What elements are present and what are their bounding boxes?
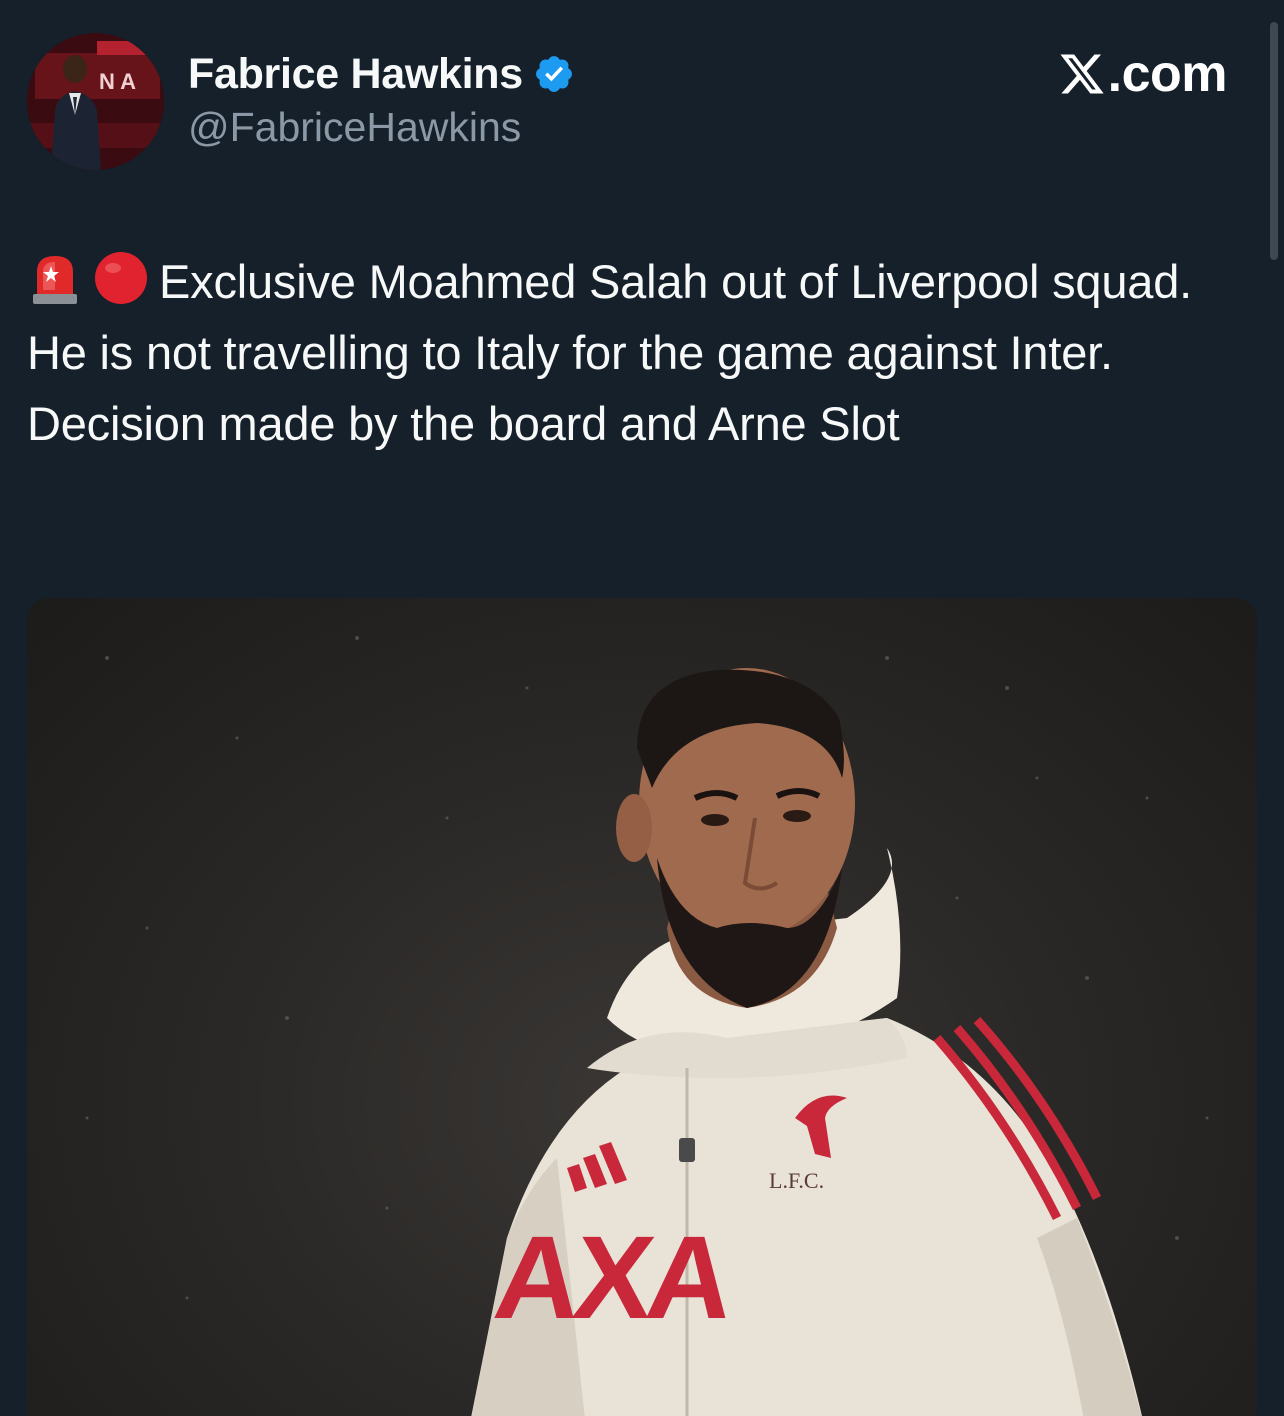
svg-text:N A: N A — [99, 69, 136, 94]
avatar[interactable]: N A — [27, 33, 164, 170]
tweet-text: Exclusive Moahmed Salah out of Liverpool… — [27, 255, 1193, 450]
crest-label: L.F.C. — [769, 1168, 824, 1193]
player-photo: L.F.C. AXA — [85, 636, 1209, 1416]
tweet-media-photo[interactable]: L.F.C. AXA — [27, 598, 1257, 1416]
tweet-screenshot: N A Fabrice Hawkins @FabriceHawkins .com — [0, 0, 1284, 1416]
author-name-row: Fabrice Hawkins — [188, 48, 575, 100]
red-circle-icon — [95, 252, 147, 304]
author-handle[interactable]: @FabriceHawkins — [188, 104, 521, 151]
x-com-brand: .com — [1058, 44, 1228, 104]
x-logo-icon — [1060, 54, 1104, 94]
avatar-image: N A — [27, 33, 164, 170]
tweet-text-block: Exclusive Moahmed Salah out of Liverpool… — [27, 246, 1247, 459]
police-light-icon — [33, 256, 77, 304]
shirt-sponsor: AXA — [489, 1212, 738, 1344]
author-display-name[interactable]: Fabrice Hawkins — [188, 50, 523, 99]
scrollbar[interactable] — [1270, 22, 1278, 260]
brand-label: .com — [1107, 45, 1228, 103]
verified-badge-icon — [535, 56, 572, 92]
